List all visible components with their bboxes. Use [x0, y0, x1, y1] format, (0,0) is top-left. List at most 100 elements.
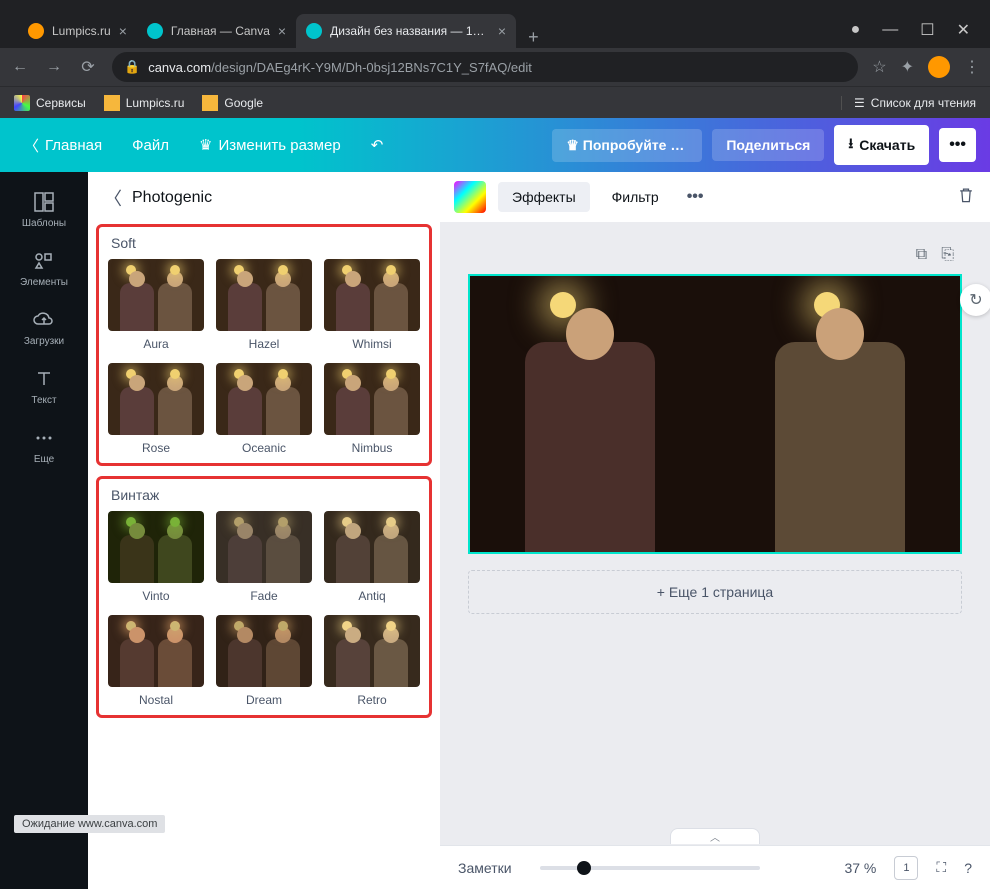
filter-retro[interactable]: Retro	[323, 615, 421, 707]
filter-label: Whimsi	[352, 337, 391, 351]
filter-vinto[interactable]: Vinto	[107, 511, 205, 603]
more-button[interactable]: •••	[939, 128, 976, 162]
notes-button[interactable]: Заметки	[458, 860, 512, 876]
filter-oceanic[interactable]: Oceanic	[215, 363, 313, 455]
nav-templates[interactable]: Шаблоны	[0, 180, 88, 239]
close-window-icon[interactable]: ✕	[957, 20, 970, 40]
filter-group-vintage: Винтаж Vinto Fade Antiq Nostal Dream Ret…	[96, 476, 432, 718]
filter-nostal[interactable]: Nostal	[107, 615, 205, 707]
filter-label: Rose	[142, 441, 170, 455]
filter-thumb	[108, 259, 204, 331]
panel-handle[interactable]: ︿	[440, 827, 990, 845]
filter-whimsi[interactable]: Whimsi	[323, 259, 421, 351]
filter-button[interactable]: Фильтр	[602, 182, 669, 212]
crown-icon: ♛	[199, 136, 212, 154]
fullscreen-icon[interactable]: ⛶	[936, 859, 946, 876]
reset-button[interactable]: ↻	[960, 284, 990, 316]
maximize-icon[interactable]: ☐	[920, 20, 934, 40]
filter-antiq[interactable]: Antiq	[323, 511, 421, 603]
page-count-badge[interactable]: 1	[894, 856, 918, 880]
back-icon[interactable]: 〈	[104, 185, 122, 211]
group-title: Винтаж	[107, 485, 421, 511]
filter-thumb	[324, 259, 420, 331]
bookmarks-bar: Сервисы Lumpics.ru Google ☰Список для чт…	[0, 86, 990, 118]
lock-icon: 🔒	[124, 59, 140, 75]
zoom-slider[interactable]	[540, 866, 829, 870]
new-tab-button[interactable]: +	[516, 27, 551, 48]
bookmark-services[interactable]: Сервисы	[14, 95, 86, 111]
bookmark-star-icon[interactable]: ☆	[872, 57, 886, 77]
help-icon[interactable]: ?	[964, 860, 972, 876]
browser-tab[interactable]: Lumpics.ru ×	[18, 14, 137, 48]
nav-more[interactable]: Еще	[0, 416, 88, 475]
color-picker[interactable]	[454, 181, 486, 213]
person-figure	[775, 342, 905, 552]
browser-tab-active[interactable]: Дизайн без названия — 1066 ×	[296, 14, 516, 48]
delete-button[interactable]	[956, 185, 976, 210]
canvas-image[interactable]	[468, 274, 962, 554]
filter-rose[interactable]: Rose	[107, 363, 205, 455]
browser-status: Ожидание www.canva.com	[14, 815, 165, 833]
filters-panel: 〈 Photogenic Soft Aura Hazel Whimsi Rose…	[88, 172, 440, 889]
person-figure	[525, 342, 655, 552]
profile-avatar[interactable]	[928, 56, 950, 78]
url-input[interactable]: 🔒 canva.com/design/DAEg4rK-Y9M/Dh-0bsj12…	[112, 52, 858, 82]
cloud-upload-icon	[32, 308, 56, 332]
tab-title: Главная — Canva	[171, 24, 270, 38]
favicon-icon	[28, 23, 44, 39]
close-icon[interactable]: ×	[278, 23, 286, 39]
reading-list-button[interactable]: ☰Список для чтения	[841, 96, 976, 110]
reload-icon[interactable]: ⟳	[78, 57, 98, 77]
extensions-icon[interactable]: ✦	[901, 57, 914, 77]
close-icon[interactable]: ×	[498, 23, 506, 39]
forward-icon[interactable]: →	[44, 58, 64, 76]
account-icon[interactable]: ●	[851, 21, 861, 39]
nav-uploads[interactable]: Загрузки	[0, 298, 88, 357]
favicon-icon	[147, 23, 163, 39]
nav-text[interactable]: Текст	[0, 357, 88, 416]
crown-icon: ♛	[566, 137, 582, 153]
filter-label: Oceanic	[242, 441, 286, 455]
try-free-button[interactable]: ♛ Попробуйте С...	[552, 129, 702, 162]
filter-thumb	[216, 363, 312, 435]
undo-icon: ↶	[371, 136, 384, 154]
filter-label: Vinto	[142, 589, 169, 603]
bookmark-google[interactable]: Google	[202, 95, 263, 111]
resize-button[interactable]: ♛Изменить размер	[189, 128, 351, 162]
effects-button[interactable]: Эффекты	[498, 182, 590, 212]
panel-title: Photogenic	[132, 189, 212, 207]
duplicate-page-icon[interactable]: ⧉	[916, 246, 927, 264]
download-icon: ⭳	[848, 133, 853, 157]
zoom-value[interactable]: 37 %	[844, 860, 876, 876]
filter-group-soft: Soft Aura Hazel Whimsi Rose Oceanic Nimb…	[96, 224, 432, 466]
app-topbar: 〈Главная Файл ♛Изменить размер ↶ ♛ Попро…	[0, 118, 990, 172]
filter-label: Hazel	[249, 337, 280, 351]
nav-elements[interactable]: Элементы	[0, 239, 88, 298]
filter-thumb	[324, 363, 420, 435]
home-button[interactable]: 〈Главная	[14, 127, 112, 164]
tab-title: Lumpics.ru	[52, 24, 111, 38]
filter-nimbus[interactable]: Nimbus	[323, 363, 421, 455]
context-more-button[interactable]: •••	[681, 188, 710, 206]
filter-fade[interactable]: Fade	[215, 511, 313, 603]
list-icon: ☰	[854, 96, 865, 110]
browser-tab[interactable]: Главная — Canva ×	[137, 14, 296, 48]
add-page-icon[interactable]: ⎘	[941, 246, 954, 264]
share-button[interactable]: Поделиться	[712, 129, 824, 161]
filter-dream[interactable]: Dream	[215, 615, 313, 707]
context-toolbar: Эффекты Фильтр •••	[440, 172, 990, 222]
download-button[interactable]: ⭳Скачать	[834, 125, 929, 165]
close-icon[interactable]: ×	[119, 23, 127, 39]
filter-aura[interactable]: Aura	[107, 259, 205, 351]
apps-icon	[14, 95, 30, 111]
file-button[interactable]: Файл	[122, 129, 179, 162]
minimize-icon[interactable]: —	[882, 21, 898, 39]
back-icon[interactable]: ←	[10, 58, 30, 76]
undo-button[interactable]: ↶	[361, 128, 394, 162]
canvas-area: Эффекты Фильтр ••• ⧉ ⎘ ↻	[440, 172, 990, 889]
add-page-button[interactable]: + Еще 1 страница	[468, 570, 962, 614]
filter-hazel[interactable]: Hazel	[215, 259, 313, 351]
elements-icon	[32, 249, 56, 273]
menu-icon[interactable]: ⋮	[964, 57, 980, 77]
bookmark-lumpics[interactable]: Lumpics.ru	[104, 95, 185, 111]
